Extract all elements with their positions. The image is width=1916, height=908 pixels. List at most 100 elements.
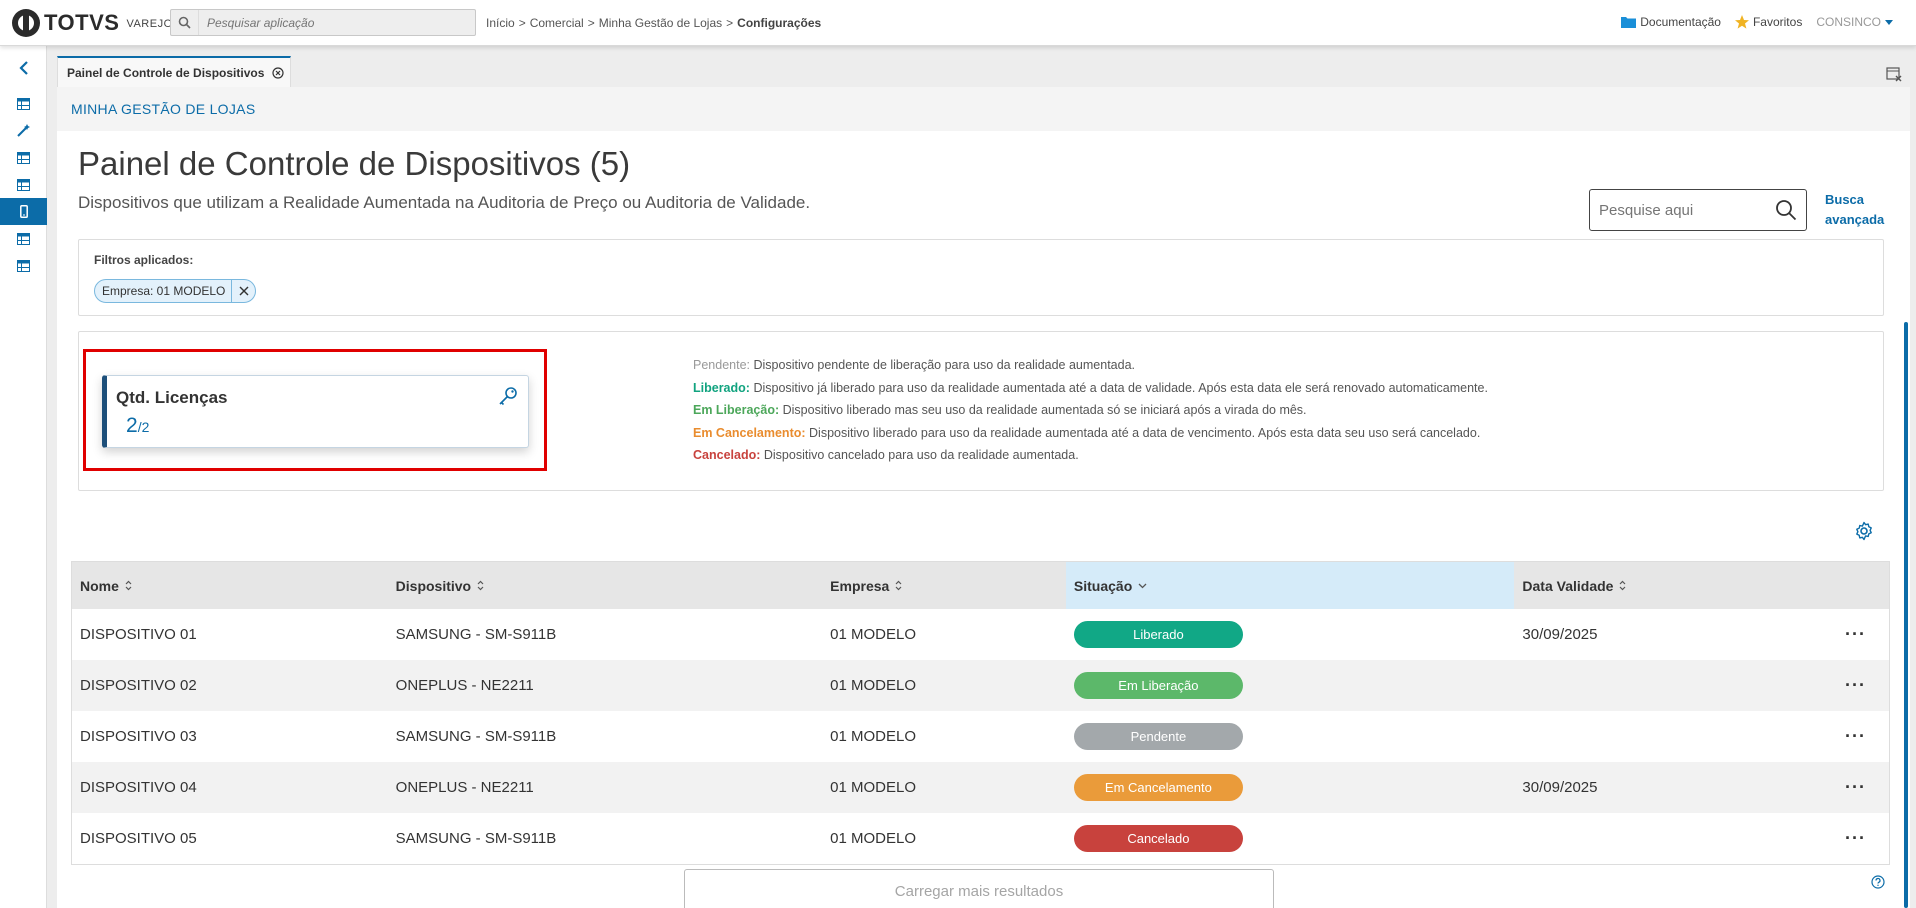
load-more-button[interactable]: Carregar mais resultados [684, 869, 1274, 908]
advanced-search-link[interactable]: Busca avançada [1825, 190, 1895, 230]
gear-icon[interactable] [1854, 521, 1874, 546]
wand-icon [17, 124, 30, 137]
cell-dispositivo: ONEPLUS - NE2211 [395, 677, 534, 694]
search-icon[interactable] [171, 10, 199, 35]
main-content: MINHA GESTÃO DE LOJAS Painel de Controle… [57, 87, 1910, 908]
sidebar-item-6[interactable] [0, 225, 47, 252]
legend-item: Cancelado: Dispositivo cancelado para us… [693, 444, 1488, 467]
devices-table: Nome Dispositivo Empresa Situação Data V… [71, 561, 1890, 865]
table-row[interactable]: DISPOSITIVO 03 SAMSUNG - SM-S911B 01 MOD… [72, 711, 1889, 762]
legend-label-liberado: Liberado: [693, 380, 750, 395]
column-label: Empresa [830, 577, 890, 594]
sidebar-collapse-button[interactable] [0, 46, 47, 90]
quick-search [1589, 189, 1807, 231]
cell-empresa: 01 MODELO [830, 677, 917, 694]
filters-label: Filtros aplicados: [94, 253, 194, 267]
row-actions-button[interactable]: ··· [1814, 660, 1889, 711]
app-search-input[interactable] [199, 10, 469, 35]
help-icon[interactable] [1871, 875, 1885, 894]
cell-situacao: Liberado [1066, 609, 1515, 660]
cell-nome: DISPOSITIVO 01 [80, 626, 197, 643]
license-card[interactable]: Qtd. Licenças 2/2 [102, 375, 529, 448]
cell-nome: DISPOSITIVO 05 [80, 830, 197, 847]
cell-dispositivo: ONEPLUS - NE2211 [395, 779, 534, 796]
column-header-dispositivo[interactable]: Dispositivo [388, 562, 823, 609]
table-row[interactable]: DISPOSITIVO 01 SAMSUNG - SM-S911B 01 MOD… [72, 609, 1889, 660]
column-label: Data Validade [1522, 577, 1614, 594]
column-label: Dispositivo [395, 577, 472, 594]
more-icon: ··· [1845, 624, 1867, 644]
filter-chip-label: Empresa: 01 MODELO [102, 284, 226, 298]
sort-icon [477, 580, 484, 591]
filter-chip-empresa: Empresa: 01 MODELO [94, 279, 257, 303]
row-actions-button[interactable]: ··· [1814, 813, 1889, 864]
license-title: Qtd. Licenças [116, 388, 228, 407]
sidebar [0, 46, 47, 908]
column-header-data-validade[interactable]: Data Validade [1514, 562, 1814, 609]
cell-data-validade [1514, 813, 1814, 864]
sidebar-item-4[interactable] [0, 171, 47, 198]
cell-situacao: Cancelado [1066, 813, 1515, 864]
cell-data-validade: 30/09/2025 [1522, 779, 1598, 796]
cell-dispositivo: SAMSUNG - SM-S911B [395, 728, 557, 745]
close-all-tabs-icon[interactable] [1884, 64, 1904, 84]
table-row[interactable]: DISPOSITIVO 04 ONEPLUS - NE2211 01 MODEL… [72, 762, 1889, 813]
sidebar-item-devices[interactable] [0, 198, 47, 225]
cell-empresa: 01 MODELO [830, 728, 917, 745]
app-search [170, 9, 476, 36]
status-badge: Em Cancelamento [1073, 774, 1243, 801]
breadcrumb-inicio[interactable]: Início [486, 16, 515, 30]
breadcrumb-comercial[interactable]: Comercial [530, 16, 584, 30]
chevron-left-icon [18, 61, 28, 75]
cell-dispositivo: SAMSUNG - SM-S911B [395, 830, 557, 847]
favorites-link[interactable]: Favoritos [1734, 15, 1802, 29]
legend-label-em-cancelamento: Em Cancelamento: [693, 425, 806, 440]
cell-nome: DISPOSITIVO 02 [80, 677, 197, 694]
scrollbar[interactable] [1904, 322, 1908, 908]
quick-search-input[interactable] [1599, 201, 1769, 219]
row-actions-button[interactable]: ··· [1814, 609, 1889, 660]
sidebar-item-1[interactable] [0, 90, 47, 117]
legend-text: Dispositivo pendente de liberação para u… [753, 358, 1135, 372]
sidebar-item-2[interactable] [0, 117, 47, 144]
close-icon[interactable] [272, 66, 284, 79]
cell-situacao: Pendente [1066, 711, 1515, 762]
legend-text: Dispositivo já liberado para uso da real… [753, 380, 1488, 395]
key-icon [498, 386, 518, 411]
info-panel: Qtd. Licenças 2/2 Pendente: Dispositivo … [78, 331, 1884, 491]
table-icon [17, 97, 30, 110]
top-bar: TOTVS VAREJO Início > Comercial > Minha … [0, 0, 1916, 46]
sidebar-item-7[interactable] [0, 252, 47, 279]
sort-icon [895, 580, 902, 591]
breadcrumb-minha-gestao[interactable]: Minha Gestão de Lojas [599, 16, 722, 30]
column-header-situacao[interactable]: Situação [1065, 562, 1515, 609]
table-row[interactable]: DISPOSITIVO 05 SAMSUNG - SM-S911B 01 MOD… [72, 813, 1889, 864]
totvs-logo[interactable]: TOTVS VAREJO [12, 9, 173, 37]
close-icon[interactable] [231, 280, 255, 302]
table-row[interactable]: DISPOSITIVO 02 ONEPLUS - NE2211 01 MODEL… [72, 660, 1889, 711]
table-icon [17, 151, 30, 164]
cell-nome: DISPOSITIVO 03 [80, 728, 197, 745]
legend-item: Em Cancelamento: Dispositivo liberado pa… [693, 422, 1488, 445]
column-header-nome[interactable]: Nome [72, 562, 388, 609]
brand-name: TOTVS [44, 10, 120, 35]
status-badge: Liberado [1073, 621, 1243, 648]
column-header-empresa[interactable]: Empresa [822, 562, 1066, 609]
search-icon[interactable] [1775, 199, 1797, 226]
row-actions-button[interactable]: ··· [1814, 711, 1889, 762]
legend-label-em-liberacao: Em Liberação: [693, 403, 780, 417]
more-icon: ··· [1845, 828, 1867, 848]
section-header: MINHA GESTÃO DE LOJAS [57, 87, 1910, 131]
row-actions-button[interactable]: ··· [1814, 762, 1889, 813]
sidebar-item-3[interactable] [0, 144, 47, 171]
cell-empresa: 01 MODELO [830, 779, 917, 796]
user-menu[interactable]: CONSINCO [1816, 15, 1893, 29]
applied-filters: Filtros aplicados: Empresa: 01 MODELO [78, 239, 1884, 316]
documentation-link[interactable]: Documentação [1621, 15, 1721, 29]
legend-label-cancelado: Cancelado: [693, 448, 761, 462]
tab-painel-dispositivos[interactable]: Painel de Controle de Dispositivos [57, 56, 291, 87]
column-label: Nome [80, 577, 119, 594]
folder-icon [1621, 17, 1637, 28]
documentation-label: Documentação [1640, 15, 1721, 29]
license-used: 2 [126, 414, 138, 437]
